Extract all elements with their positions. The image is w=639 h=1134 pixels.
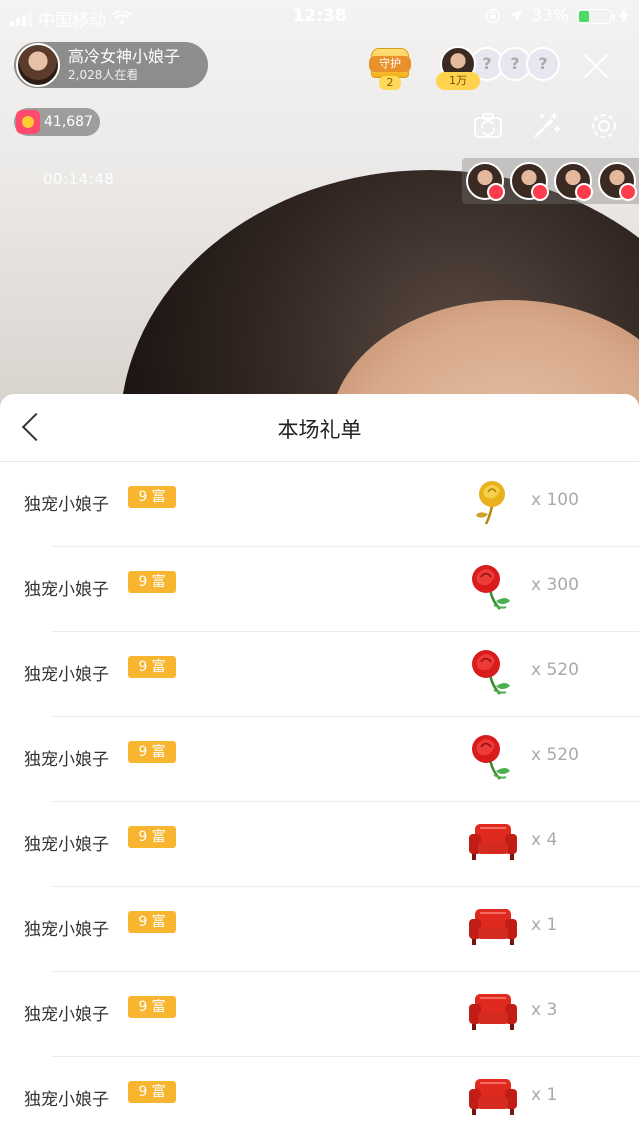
host-name: 高冷女神小娘子 — [68, 47, 181, 66]
red-sofa-icon — [466, 901, 520, 951]
viewer-avatar[interactable] — [466, 162, 505, 201]
gift-quantity: x 1 — [531, 1085, 558, 1105]
vip-badge-icon — [531, 183, 549, 201]
guard-label: 守护 — [369, 56, 411, 72]
live-duration-timer: 00:14:48 — [43, 170, 115, 188]
guard-count: 2 — [379, 76, 401, 90]
gift-quantity: x 100 — [531, 490, 579, 510]
wealth-level-badge: 9 富 — [128, 486, 176, 508]
gift-sender-name[interactable]: 独宠小娘子 — [24, 575, 109, 600]
gift-row[interactable]: 独宠小娘子 9 富 x 4 — [0, 802, 639, 887]
gift-row[interactable]: 独宠小娘子 9 富 x 520 — [0, 717, 639, 802]
gift-quantity: x 520 — [531, 745, 579, 765]
gift-quantity: x 300 — [531, 575, 579, 595]
vip-badge-icon — [619, 183, 637, 201]
battery-icon — [577, 8, 615, 24]
wealth-level-badge: 9 富 — [128, 826, 176, 848]
gift-row[interactable]: 独宠小娘子 9 富 x 520 — [0, 632, 639, 717]
coin-balance-pill[interactable]: 41,687 — [14, 108, 100, 136]
red-rose-icon — [466, 646, 520, 696]
red-sofa-icon — [466, 1071, 520, 1121]
gift-sender-name[interactable]: 独宠小娘子 — [24, 915, 109, 940]
viewer-avatar[interactable] — [598, 162, 637, 201]
gift-quantity: x 1 — [531, 915, 558, 935]
gift-sender-name[interactable]: 独宠小娘子 — [24, 830, 109, 855]
wealth-level-badge: 9 富 — [128, 656, 176, 678]
gift-list: 独宠小娘子 9 富x 100 独宠小娘子 9 富x 300 独宠小娘子 9 富x 520 独… — [0, 462, 639, 1134]
golden-rose-icon — [466, 476, 520, 526]
vip-badge-icon — [487, 183, 505, 201]
viewer-avatar-strip[interactable] — [462, 158, 639, 204]
coin-balance: 41,687 — [44, 114, 93, 130]
gift-sender-name[interactable]: 独宠小娘子 — [24, 1000, 109, 1025]
charging-bolt-icon — [619, 8, 629, 24]
close-icon[interactable] — [582, 52, 610, 80]
coin-icon — [16, 110, 40, 134]
vip-badge-icon — [575, 183, 593, 201]
wealth-level-badge: 9 富 — [128, 741, 176, 763]
host-avatar[interactable] — [16, 43, 60, 87]
gift-sender-name[interactable]: 独宠小娘子 — [24, 1085, 109, 1110]
gift-row[interactable]: 独宠小娘子 9 富 x 1 — [0, 1057, 639, 1134]
gift-sender-name[interactable]: 独宠小娘子 — [24, 745, 109, 770]
gift-row[interactable]: 独宠小娘子 9 富 x 3 — [0, 972, 639, 1057]
top-fan-value: 1万 — [436, 72, 480, 90]
gift-row[interactable]: 独宠小娘子 9 富 x 1 — [0, 887, 639, 972]
gift-list-sheet: 本场礼单 独宠小娘子 9 富 x 100 独宠小娘子 9 富 x 300 独宠小娘子 9 富 x… — [0, 394, 639, 1134]
beauty-wand-icon[interactable] — [530, 110, 562, 142]
gift-sender-name[interactable]: 独宠小娘子 — [24, 490, 109, 515]
settings-gear-icon[interactable] — [588, 110, 620, 142]
gift-row[interactable]: 独宠小娘子 9 富 x 100 — [0, 462, 639, 547]
gift-quantity: x 520 — [531, 660, 579, 680]
viewer-avatar[interactable] — [554, 162, 593, 201]
empty-rank-slot[interactable]: ? — [526, 47, 560, 81]
guard-badge[interactable]: 守护 2 — [365, 48, 415, 92]
gift-quantity: x 4 — [531, 830, 558, 850]
wealth-level-badge: 9 富 — [128, 996, 176, 1018]
sheet-header: 本场礼单 — [0, 394, 639, 462]
camera-flip-icon[interactable] — [472, 110, 504, 142]
viewer-avatar[interactable] — [510, 162, 549, 201]
contribution-ranking[interactable]: 1万 ? ? ? — [436, 46, 560, 90]
gift-row[interactable]: 独宠小娘子 9 富 x 300 — [0, 547, 639, 632]
rotation-lock-icon — [485, 8, 501, 24]
status-bar: 中国移动 12:38 33% — [0, 0, 639, 34]
red-rose-icon — [466, 561, 520, 611]
battery-percent: 33% — [531, 6, 569, 26]
wealth-level-badge: 9 富 — [128, 1081, 176, 1103]
gift-quantity: x 3 — [531, 1000, 558, 1020]
red-rose-icon — [466, 731, 520, 781]
red-sofa-icon — [466, 986, 520, 1036]
red-sofa-icon — [466, 816, 520, 866]
wealth-level-badge: 9 富 — [128, 571, 176, 593]
location-arrow-icon — [510, 10, 523, 22]
viewer-count: 2,028人在看 — [68, 68, 139, 82]
gift-sender-name[interactable]: 独宠小娘子 — [24, 660, 109, 685]
wealth-level-badge: 9 富 — [128, 911, 176, 933]
host-info-pill[interactable]: 高冷女神小娘子 2,028人在看 — [14, 42, 208, 88]
sheet-title: 本场礼单 — [277, 418, 362, 442]
